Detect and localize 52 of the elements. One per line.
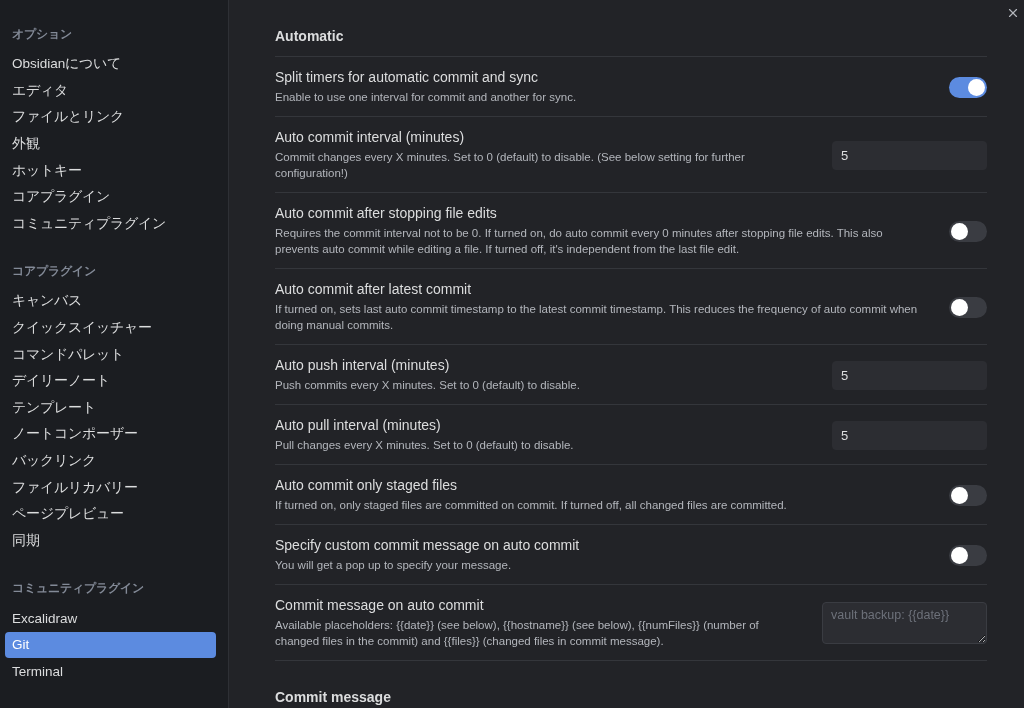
setting-description: Commit changes every X minutes. Set to 0 (default) to disable. (See below setting for further configuration!) <box>275 150 746 181</box>
sidebar-item[interactable]: ホットキー <box>5 157 216 184</box>
sidebar-heading: コアプラグイン <box>11 263 97 280</box>
setting-name: Auto commit after latest commit <box>275 281 473 297</box>
setting-description: You will get a pop up to specify your message. <box>275 558 513 573</box>
setting-description: Pull changes every X minutes. Set to 0 (default) to disable. <box>275 438 575 453</box>
sidebar-item[interactable]: テンプレート <box>5 394 216 422</box>
sidebar-item[interactable]: キャンバス <box>5 288 216 315</box>
setting-description: Enable to use one interval for commit and another for sync. <box>275 90 578 105</box>
sidebar-item[interactable]: エディタ <box>5 77 216 105</box>
sidebar-item[interactable]: ページプレビュー <box>5 500 216 528</box>
toggle-switch[interactable] <box>949 544 987 566</box>
sidebar-item[interactable]: クイックスイッチャー <box>5 314 216 342</box>
sidebar-item[interactable]: 同期 <box>5 527 216 555</box>
setting-name: Auto push interval (minutes) <box>275 357 451 373</box>
sidebar-item[interactable]: Obsidianについて <box>5 51 216 78</box>
sidebar-item[interactable]: コミュニティプラグイン <box>5 210 216 238</box>
setting-name: Auto commit only staged files <box>275 477 459 493</box>
setting-name: Auto pull interval (minutes) <box>275 417 442 433</box>
sidebar-item[interactable]: Excalidraw <box>5 605 216 632</box>
sidebar-item[interactable]: ファイルリカバリー <box>5 474 216 501</box>
setting-name: Commit message on auto commit <box>275 597 485 613</box>
toggle-switch[interactable] <box>949 220 987 242</box>
sidebar-heading: オプション <box>11 26 73 42</box>
number-input[interactable]: 5 <box>832 140 987 170</box>
close-icon[interactable] <box>1006 6 1020 20</box>
setting-name: Split timers for automatic commit and sync <box>275 69 539 85</box>
sidebar-item[interactable]: 外観 <box>5 130 216 158</box>
toggle-switch[interactable] <box>949 296 987 318</box>
sidebar-item[interactable]: Terminal <box>5 658 216 685</box>
sidebar-item[interactable]: コマンドパレット <box>5 341 216 368</box>
setting-description: If turned on, only staged files are committed on commit. If turned off, all changed files are committed. <box>275 498 788 513</box>
setting-name: Auto commit after stopping file edits <box>275 205 498 221</box>
number-input[interactable]: 5 <box>832 420 987 450</box>
setting-name: Auto commit interval (minutes) <box>275 129 466 145</box>
setting-name: Specify custom commit message on auto commit <box>275 537 581 553</box>
sidebar-item[interactable]: デイリーノート <box>5 367 216 395</box>
section-heading: Automatic <box>275 22 987 57</box>
message-textarea[interactable]: vault backup: {{date}} <box>822 602 987 644</box>
section-heading: Commit message <box>275 683 987 708</box>
sidebar-heading: コミュニティプラグイン <box>11 580 145 597</box>
number-input[interactable]: 5 <box>832 360 987 390</box>
toggle-switch[interactable] <box>949 76 987 98</box>
toggle-switch[interactable] <box>949 484 987 506</box>
setting-description: If turned on, sets last auto commit timestamp to the latest commit timestamp. This reduces the frequency of auto commit when doing manual commits. <box>275 302 919 333</box>
sidebar-item[interactable]: バックリンク <box>5 447 216 475</box>
setting-description: Requires the commit interval not to be 0. If turned on, do auto commit every 0 minutes after stopping file edits. This also prevents auto commit while editing a file. If turned off, it's independent from the last file edit. <box>275 226 884 257</box>
setting-description: Available placeholders: {{date}} (see below), {{hostname}} (see below), {{numFiles}} (number of changed files in the commit) and {{files}} (changed files in commit message). <box>275 618 760 649</box>
sidebar-item[interactable]: コアプラグイン <box>5 183 216 211</box>
sidebar-item[interactable]: ノートコンポーザー <box>5 421 216 448</box>
sidebar-item[interactable]: ファイルとリンク <box>5 104 216 131</box>
setting-description: Push commits every X minutes. Set to 0 (default) to disable. <box>275 378 581 393</box>
